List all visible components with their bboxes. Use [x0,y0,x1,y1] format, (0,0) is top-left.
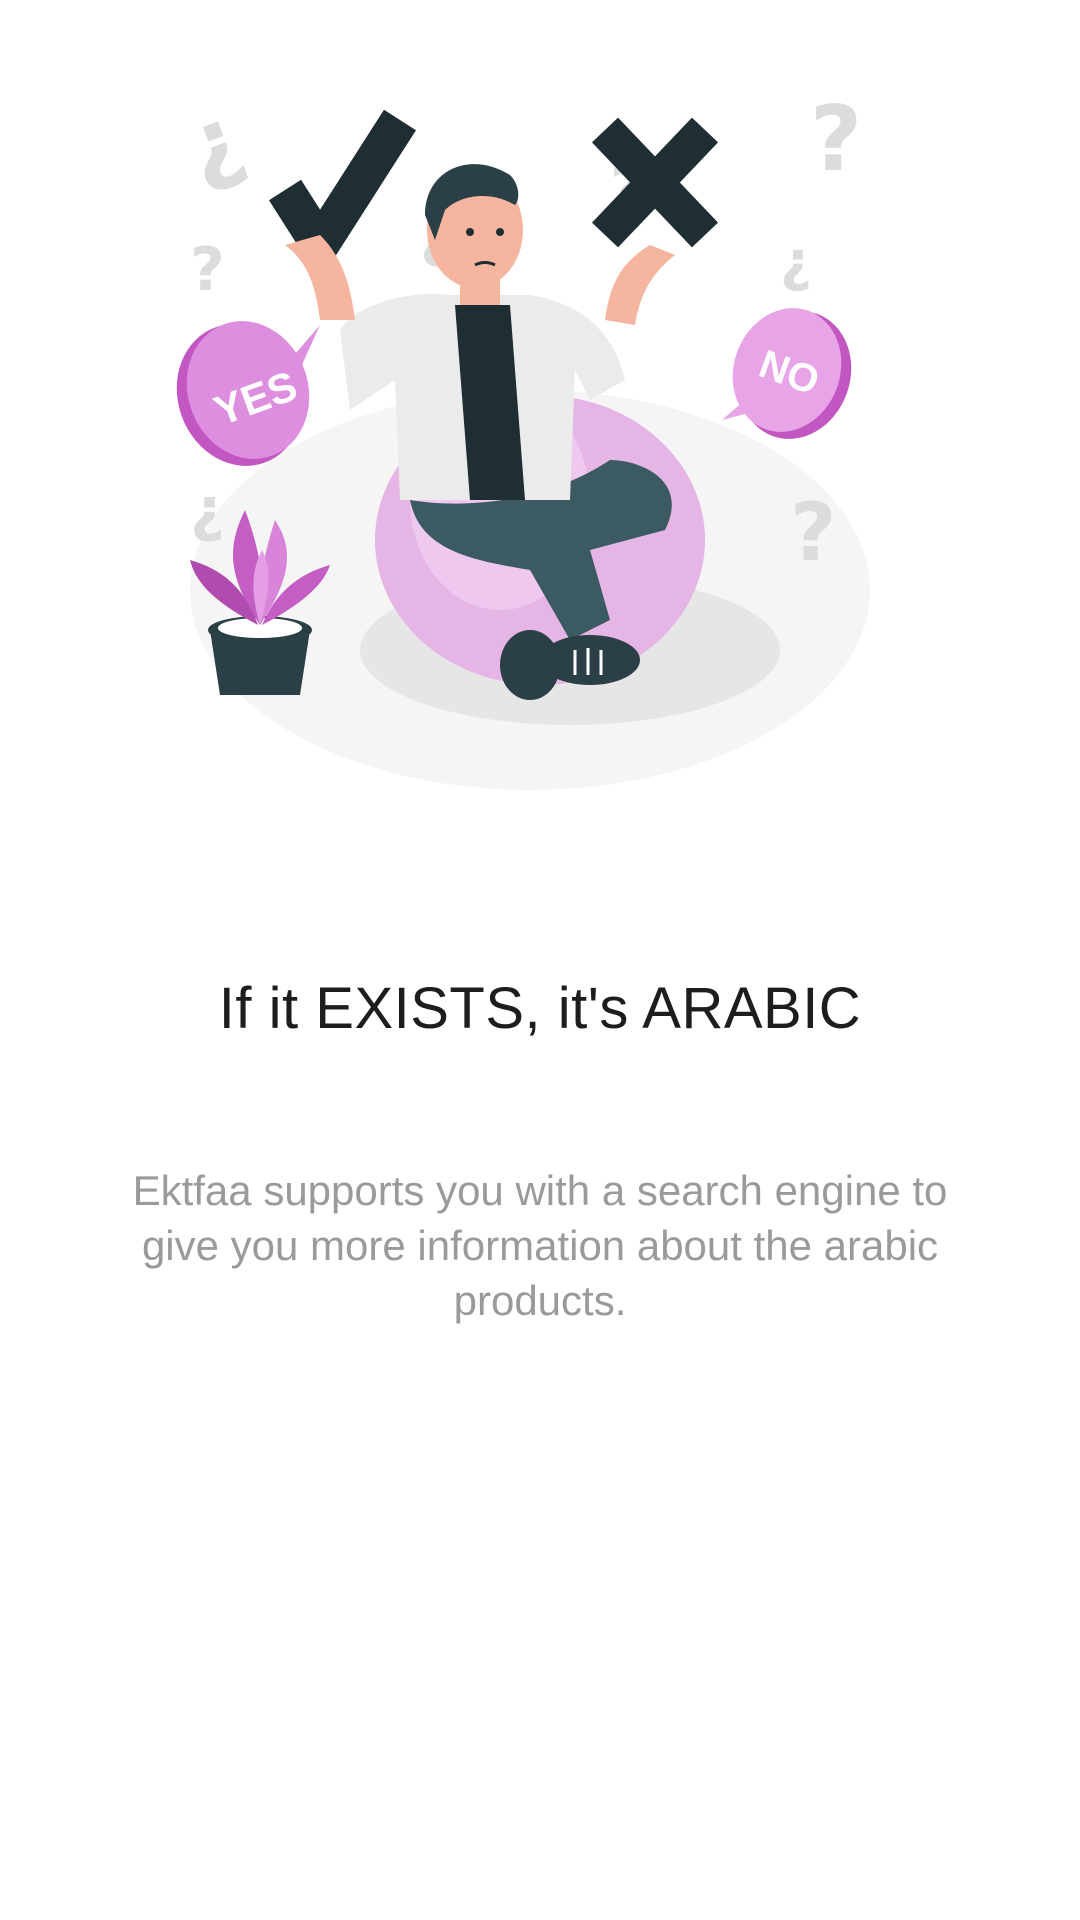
onboarding-screen: ¿ ? ¿ ? ? ¿ ¿ ? [0,0,1080,1920]
svg-text:?: ? [790,486,836,579]
onboarding-illustration: ¿ ? ¿ ? ? ¿ ¿ ? [170,80,910,800]
checkmark-icon [268,109,417,281]
svg-text:?: ? [810,87,862,192]
svg-text:¿: ¿ [190,475,225,545]
svg-text:¿: ¿ [171,84,256,201]
onboarding-title: If it EXISTS, it's ARABIC [218,976,862,1041]
svg-text:¿: ¿ [780,229,812,293]
onboarding-description: Ektfaa supports you with a search engine… [132,1167,948,1324]
no-bubble-icon: NO [722,308,852,439]
svg-text:?: ? [190,235,225,305]
